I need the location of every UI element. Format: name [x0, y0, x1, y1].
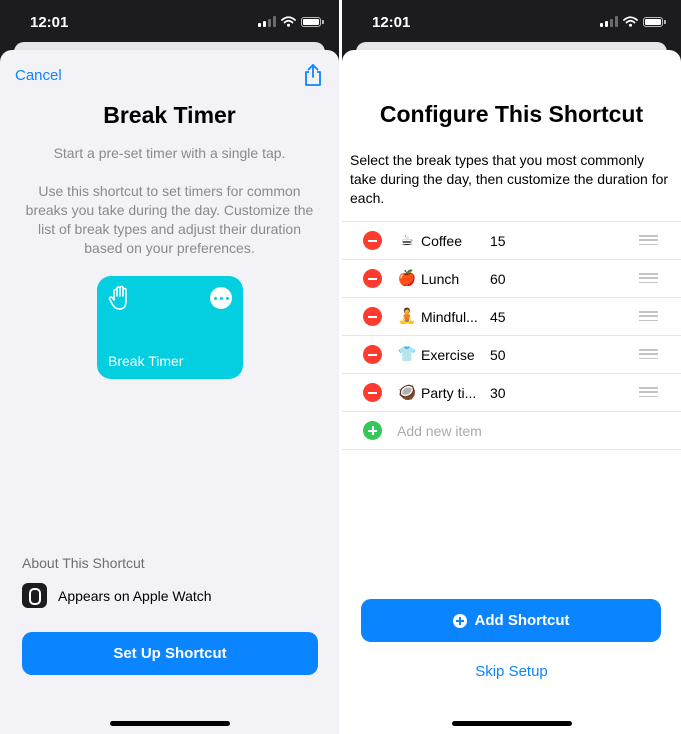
add-shortcut-button[interactable]: Add Shortcut: [361, 599, 661, 642]
reorder-handle-icon[interactable]: [639, 273, 658, 283]
reorder-handle-icon[interactable]: [639, 311, 658, 321]
item-duration[interactable]: 15: [490, 233, 506, 249]
apple-watch-icon: [22, 583, 47, 608]
item-name[interactable]: Party ti...: [421, 385, 476, 401]
status-time: 12:01: [372, 14, 411, 31]
apple-watch-row: Appears on Apple Watch: [22, 583, 212, 608]
raised-hand-icon: [108, 285, 127, 310]
home-indicator: [451, 721, 572, 726]
status-bar: 12:01: [0, 0, 339, 44]
wifi-icon: [281, 16, 296, 27]
reorder-handle-icon[interactable]: [639, 235, 658, 245]
battery-icon: [643, 16, 666, 27]
item-name[interactable]: Coffee: [421, 233, 462, 249]
page-title: Break Timer: [103, 102, 236, 128]
list-item[interactable]: 🧘 Mindful... 45: [342, 298, 681, 336]
item-emoji-icon: 🥥: [397, 384, 417, 401]
delete-item-icon[interactable]: [363, 383, 382, 402]
description: Use this shortcut to set timers for comm…: [25, 183, 314, 256]
status-time: 12:01: [30, 14, 69, 31]
cellular-signal-icon: [258, 16, 276, 27]
home-indicator: [109, 721, 230, 726]
set-up-shortcut-button[interactable]: Set Up Shortcut: [22, 632, 318, 675]
configure-sheet: Configure This Shortcut Select the break…: [342, 50, 681, 734]
item-duration[interactable]: 45: [490, 309, 506, 325]
subtitle: Start a pre-set timer with a single tap.: [53, 145, 286, 161]
item-duration[interactable]: 50: [490, 347, 506, 363]
add-item-icon[interactable]: [363, 421, 382, 440]
page-title: Configure This Shortcut: [379, 101, 644, 127]
description: Select the break types that you most com…: [350, 152, 669, 206]
phone-screen-configure: 12:01 Configure This Shortcut Select the…: [342, 0, 681, 734]
item-duration[interactable]: 30: [490, 385, 506, 401]
share-icon[interactable]: [302, 63, 324, 87]
skip-setup-button[interactable]: Skip Setup: [342, 663, 681, 680]
list-item[interactable]: 👕 Exercise 50: [342, 336, 681, 374]
list-item[interactable]: 🥥 Party ti... 30: [342, 374, 681, 412]
tile-label: Break Timer: [108, 353, 184, 369]
cancel-button[interactable]: Cancel: [15, 67, 62, 84]
shortcut-tile[interactable]: Break Timer: [97, 276, 243, 379]
item-duration[interactable]: 60: [490, 271, 506, 287]
reorder-handle-icon[interactable]: [639, 349, 658, 359]
delete-item-icon[interactable]: [363, 345, 382, 364]
add-new-item-row[interactable]: Add new item: [342, 412, 681, 450]
delete-item-icon[interactable]: [363, 269, 382, 288]
phone-screen-break-timer: 12:01 Cancel Break Timer Start a pre-set…: [0, 0, 339, 734]
item-emoji-icon: 🧘: [397, 308, 417, 325]
more-options-icon[interactable]: [210, 287, 232, 309]
about-heading: About This Shortcut: [22, 555, 145, 571]
delete-item-icon[interactable]: [363, 231, 382, 250]
item-name[interactable]: Mindful...: [421, 309, 478, 325]
item-name[interactable]: Lunch: [421, 271, 459, 287]
list-item[interactable]: ☕ Coffee 15: [342, 222, 681, 260]
cellular-signal-icon: [600, 16, 618, 27]
list-item[interactable]: 🍎 Lunch 60: [342, 260, 681, 298]
item-emoji-icon: ☕: [400, 232, 414, 249]
item-emoji-icon: 🍎: [397, 270, 417, 287]
status-bar: 12:01: [342, 0, 681, 44]
plus-circle-icon: [452, 613, 467, 628]
add-shortcut-label: Add Shortcut: [474, 612, 570, 629]
break-type-list: ☕ Coffee 15 🍎 Lunch 60 🧘 Mindful... 45 👕…: [342, 221, 681, 450]
item-name[interactable]: Exercise: [421, 347, 475, 363]
add-new-item-placeholder[interactable]: Add new item: [397, 423, 482, 439]
battery-icon: [301, 16, 324, 27]
shortcut-detail-sheet: Cancel Break Timer Start a pre-set timer…: [0, 50, 339, 734]
item-emoji-icon: 👕: [397, 346, 417, 363]
apple-watch-label: Appears on Apple Watch: [58, 587, 212, 604]
reorder-handle-icon[interactable]: [639, 387, 658, 397]
delete-item-icon[interactable]: [363, 307, 382, 326]
wifi-icon: [623, 16, 638, 27]
